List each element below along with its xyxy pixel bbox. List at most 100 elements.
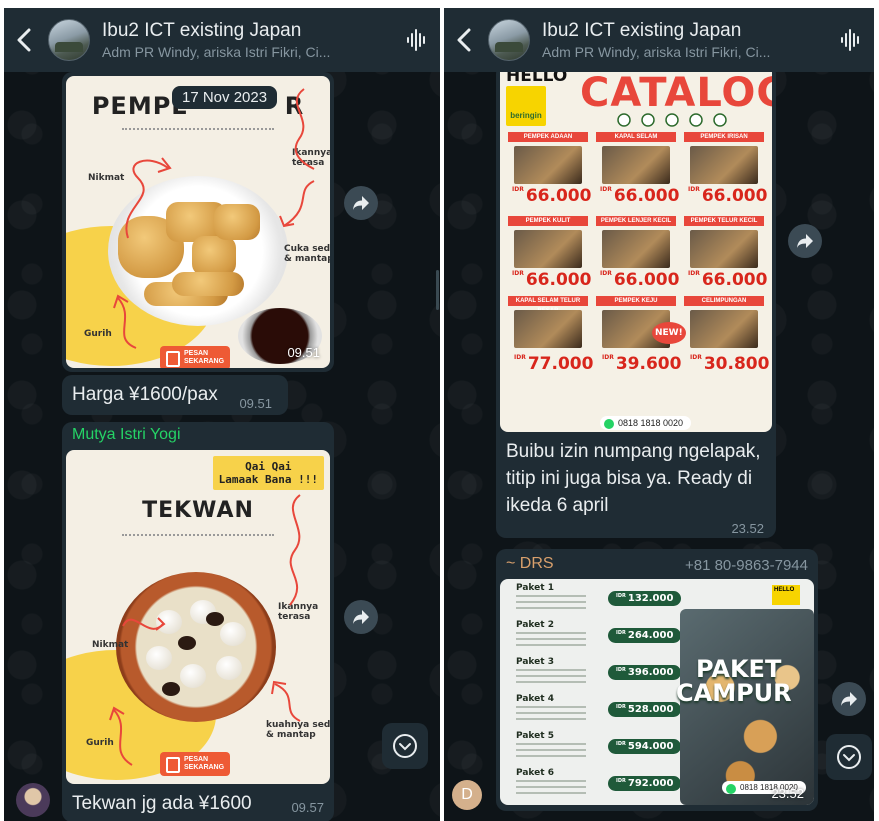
forward-button[interactable] [788,224,822,258]
voice-chat-button[interactable] [394,8,440,72]
audio-wave-icon [841,29,859,51]
paket-price: IDR 792.000 [608,776,682,791]
forward-icon [841,692,857,706]
product-pack [602,146,670,184]
paket-name: Paket 3 [516,657,554,667]
panel-divider [436,270,439,310]
arrow-squiggle [113,294,137,349]
catalog-item: PEMPEK LENJER KECIL IDR 66.000 [596,216,679,296]
tekwan-promo-image: Qai Qai Lamaak Bana !!! TEKWAN Nikmat Ik… [66,450,330,784]
catalog-item-label: CELIMPUNGAN [684,296,764,306]
paket-price: IDR 264.000 [608,628,682,643]
product-pack [690,146,758,184]
catalog-item-label: KAPAL SELAM TELUR BESAR [508,296,588,314]
paket-price: IDR 594.000 [608,739,682,754]
audio-wave-icon [407,29,425,51]
paket-name: Paket 6 [516,768,554,778]
sender-name[interactable]: Mutya Istri Yogi [72,426,181,444]
catalog-image: HELLO beringin CATALOG PEMPEK ADAAN IDR 66… [500,64,772,432]
sender-name[interactable]: ~ DRS [506,555,554,573]
image-message-catalog[interactable]: HELLO beringin CATALOG PEMPEK ADAAN IDR 66… [496,64,776,538]
chat-title-block[interactable]: Ibu2 ICT existing Japan Adm PR Windy, ar… [542,20,828,60]
text-message-price[interactable]: Harga ¥1600/pax 09.51 [62,375,288,415]
catalog-item: PEMPEK IRISAN IDR 66.000 [684,132,768,212]
paket-row: Paket 2 [516,620,586,646]
group-avatar[interactable] [488,19,530,61]
catalog-item-price: IDR 66.000 [688,186,768,206]
catalog-item-price: IDR 66.000 [512,186,592,206]
tagline-badge: Qai Qai Lamaak Bana !!! [212,456,324,490]
arrow-squiggle [294,88,315,170]
catalog-item-label: PEMPEK IRISAN [684,132,764,142]
product-pack [690,230,758,268]
catalog-item-label: PEMPEK TELUR KECIL [684,216,764,226]
forward-button[interactable] [344,186,378,220]
paket-row: Paket 6 [516,768,586,794]
paket-food-photo [680,609,814,805]
forward-button[interactable] [344,600,378,634]
catalog-item-label: PEMPEK ADAAN [508,132,588,142]
sender-phone: +81 80-9863-7944 [684,557,808,574]
arrow-squiggle [109,706,133,766]
back-button[interactable] [4,8,44,72]
image-message-paket[interactable]: ~ DRS +81 80-9863-7944 Paket 1 IDR 132.000… [496,549,818,811]
screenshot-stage: Ibu2 ICT existing Japan Adm PR Windy, ar… [0,0,879,821]
pempek-promo-image: PEMPER Nikmat Ikannya terasa Cuka sedap … [66,76,330,368]
message-time: 23.52 [771,786,804,801]
catalog-item-price: IDR 66.000 [688,270,768,290]
catalog-item: PEMPEK ADAAN IDR 66.000 [508,132,592,212]
image-message-pempek[interactable]: PEMPER Nikmat Ikannya terasa Cuka sedap … [62,72,334,372]
chevron-down-circle-icon [837,745,861,769]
dotted-divider [122,128,274,130]
paket-row: Paket 5 [516,731,586,757]
campur-headline: CAMPUR [676,679,792,707]
left-chat-panel: Ibu2 ICT existing Japan Adm PR Windy, ar… [4,8,440,821]
chat-title-block[interactable]: Ibu2 ICT existing Japan Adm PR Windy, ar… [102,20,394,60]
catalog-item-label: PEMPEK LENJER KECIL [596,216,676,226]
dotted-divider [122,534,274,536]
forward-button[interactable] [832,682,866,716]
sender-avatar[interactable]: D [452,780,482,810]
scroll-to-bottom-button[interactable] [382,723,428,769]
paket-contents [516,669,586,683]
catalog-item-price: IDR 30.800 [690,354,770,374]
forward-icon [353,196,369,210]
chevron-down-circle-icon [393,734,417,758]
paket-name: Paket 4 [516,694,554,704]
date-chip: 17 Nov 2023 [172,86,278,109]
back-button[interactable] [444,8,484,72]
catalog-item: PEMPEK KULIT IDR 66.000 [508,216,591,296]
product-pack [514,230,582,268]
paket-name: Paket 1 [516,583,554,593]
paket-name: Paket 2 [516,620,554,630]
paket-price: IDR 132.000 [608,591,682,606]
label-cuka: Cuka sedap & mantap [284,244,330,264]
group-avatar[interactable] [48,19,90,61]
message-text: Tekwan jg ada ¥1600 [72,793,252,814]
chat-header: Ibu2 ICT existing Japan Adm PR Windy, ar… [444,8,874,72]
chat-title: Ibu2 ICT existing Japan [102,20,302,41]
catalog-item-price: IDR 66.000 [600,186,680,206]
catalog-item: KAPAL SELAM TELUR BESAR IDR77.000 [508,296,593,376]
arrow-squiggle [289,494,301,606]
product-pack [690,310,758,348]
forward-icon [797,234,813,248]
catalog-item-price: IDR 39.600 [602,354,682,374]
back-arrow-icon [17,28,31,52]
image-message-tekwan[interactable]: Mutya Istri Yogi Qai Qai Lamaak Bana !!!… [62,422,334,821]
sender-avatar[interactable] [16,783,50,817]
product-pack [602,230,670,268]
catalog-item: CELIMPUNGAN IDR 30.800 [684,296,769,376]
voice-chat-button[interactable] [828,8,874,72]
catalog-item-label: KAPAL SELAM [596,132,676,142]
scroll-to-bottom-button[interactable] [826,734,872,780]
catalog-item: KAPAL SELAM IDR 66.000 [596,132,680,212]
message-text: Buibu izin numpang ngelapak, titip ini j… [506,441,761,516]
paket-contents [516,595,586,609]
arrow-squiggle [271,680,301,722]
catalog-item-label: PEMPEK KEJU [596,296,676,306]
new-badge: NEW! [652,322,686,344]
paket-row: Paket 1 [516,583,586,609]
forward-icon [353,610,369,624]
paket-contents [516,632,586,646]
